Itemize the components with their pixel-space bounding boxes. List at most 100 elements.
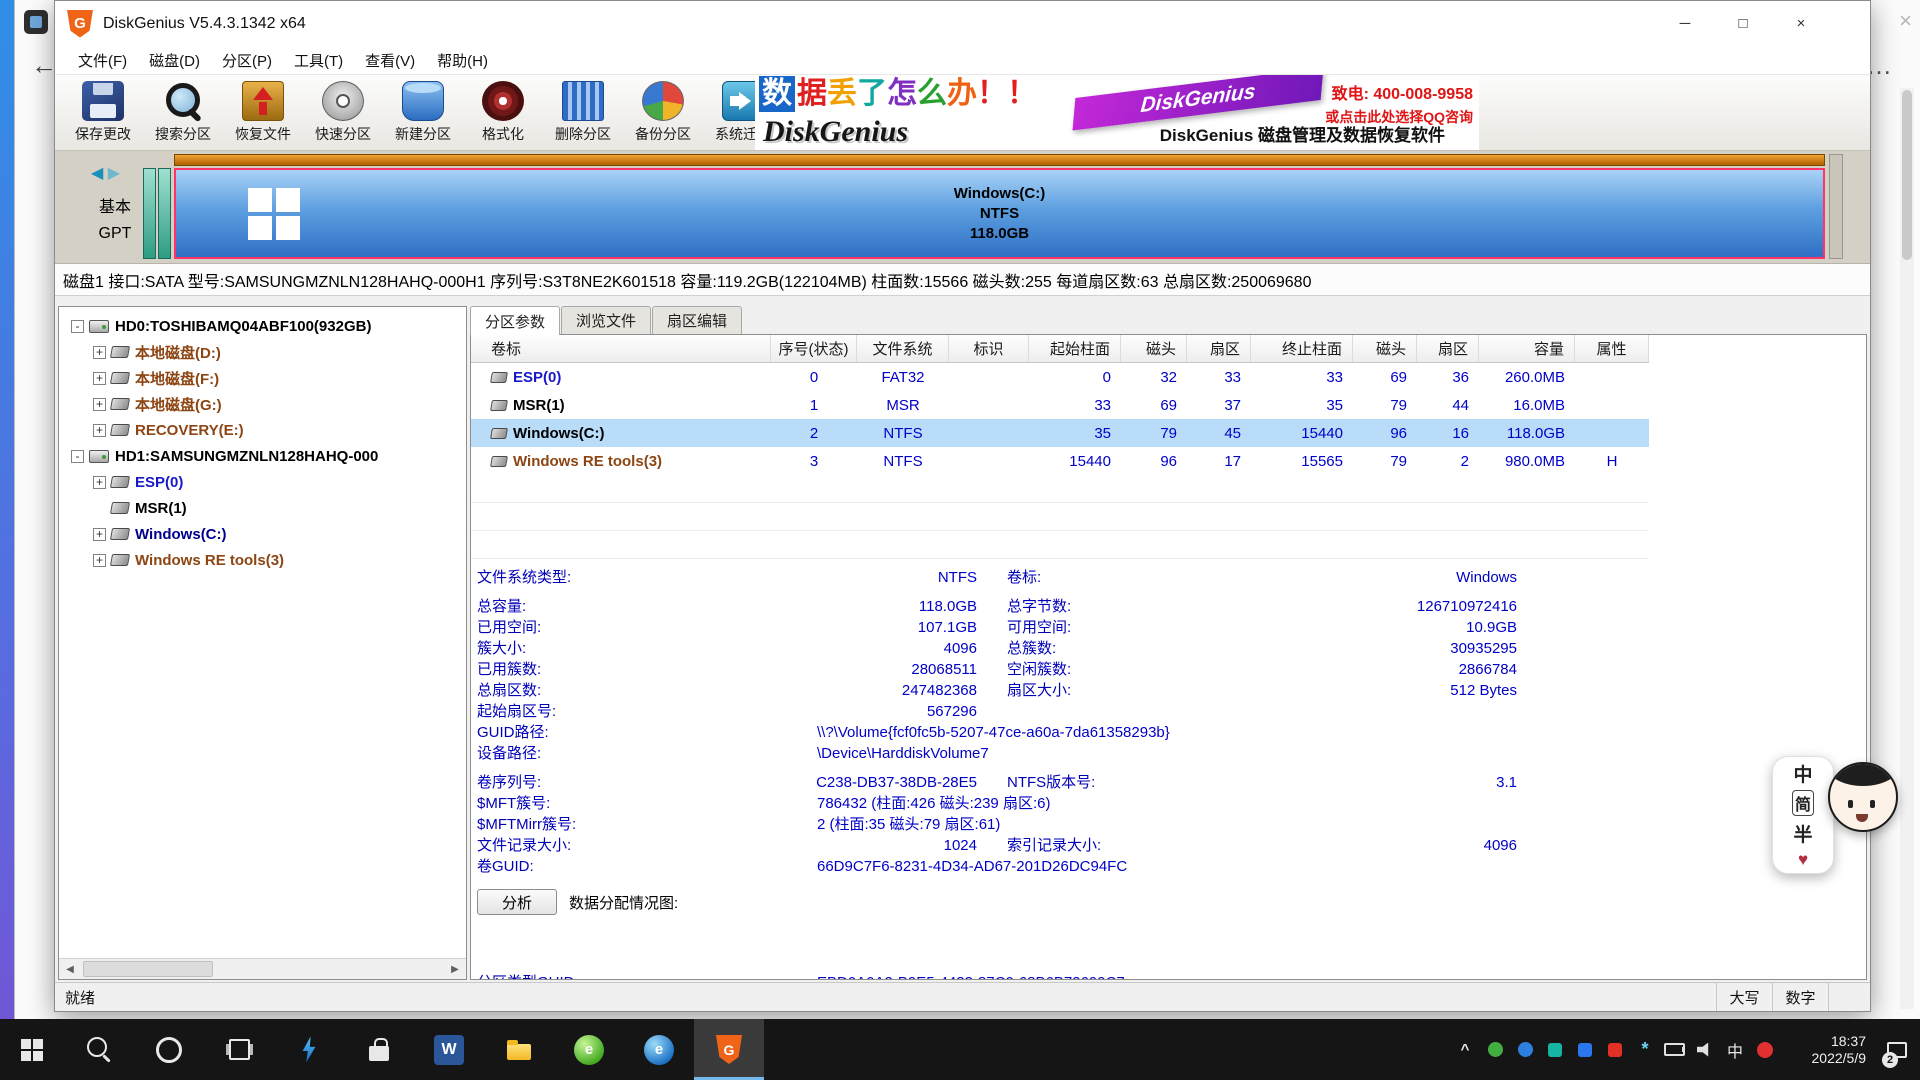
windows-partition-block[interactable]: Windows(C:) NTFS 118.0GB (174, 168, 1825, 259)
ime-char[interactable]: 半 (1793, 820, 1812, 847)
column-header[interactable]: 终止柱面 (1251, 335, 1353, 362)
tray-ime[interactable]: 中 (1720, 1019, 1750, 1080)
word[interactable]: W (414, 1019, 484, 1080)
background-scrollbar[interactable] (1900, 88, 1914, 1009)
analyze-button[interactable]: 分析 (477, 889, 557, 915)
tray-volume[interactable] (1690, 1019, 1720, 1080)
quick-partition-button[interactable]: 快速分区 (303, 75, 383, 149)
ad-banner[interactable]: 数据丢了怎么办！！ DiskGenius DiskGenius 致电: 400-… (755, 75, 1479, 150)
tray-logo[interactable] (1750, 1019, 1780, 1080)
column-header[interactable]: 扇区 (1187, 335, 1251, 362)
expander-icon[interactable]: + (93, 424, 106, 437)
expander-icon[interactable]: + (93, 346, 106, 359)
partition-row[interactable]: MSR(1) 1 MSR 33 69 37 35 79 44 16.0MB (471, 391, 1649, 419)
search-partition-button[interactable]: 搜索分区 (143, 75, 223, 149)
start-button[interactable] (0, 1019, 64, 1080)
tree-item[interactable]: + 本地磁盘(D:) (59, 339, 465, 365)
menu-item[interactable]: 分区(P) (211, 46, 283, 74)
tree-item[interactable]: + 本地磁盘(G:) (59, 391, 465, 417)
recover-files-button[interactable]: 恢复文件 (223, 75, 303, 149)
diskgenius[interactable]: G (694, 1019, 764, 1080)
esp-partition-block[interactable] (143, 168, 156, 259)
notification-center-button[interactable]: 2 (1874, 1019, 1920, 1080)
column-header[interactable]: 序号(状态) (771, 335, 857, 362)
tab[interactable]: 分区参数 (470, 306, 560, 335)
heart-icon[interactable]: ♥ (1798, 850, 1808, 870)
tab[interactable]: 扇区编辑 (652, 306, 742, 334)
tray-qq[interactable] (1570, 1019, 1600, 1080)
tray-red-app[interactable] (1600, 1019, 1630, 1080)
msr-partition-block[interactable] (158, 168, 171, 259)
mascot-face-icon[interactable] (1828, 762, 1898, 832)
expander-icon[interactable]: + (93, 554, 106, 567)
tree-horizontal-scrollbar[interactable]: ◀ ▶ (59, 958, 466, 979)
expander-icon[interactable]: + (93, 528, 106, 541)
tray-green-app[interactable] (1480, 1019, 1510, 1080)
scroll-right-button[interactable]: ▶ (444, 959, 466, 979)
expander-icon[interactable]: + (93, 398, 106, 411)
tree-item[interactable]: + Windows RE tools(3) (59, 547, 465, 573)
column-header[interactable]: 容量 (1479, 335, 1575, 362)
column-header[interactable]: 标识 (949, 335, 1029, 362)
next-disk-arrow-icon[interactable]: ▶ (108, 165, 120, 182)
menu-item[interactable]: 工具(T) (283, 46, 354, 74)
file-explorer[interactable] (484, 1019, 554, 1080)
ime-char[interactable]: 中 (1793, 760, 1812, 787)
delete-partition-button[interactable]: 删除分区 (543, 75, 623, 149)
minimize-button[interactable]: ─ (1656, 1, 1714, 46)
menu-item[interactable]: 帮助(H) (426, 46, 499, 74)
ime-char[interactable]: 简 (1792, 790, 1814, 816)
tree-item[interactable]: + 本地磁盘(F:) (59, 365, 465, 391)
save-changes-button[interactable]: 保存更改 (63, 75, 143, 149)
ime-floating-widget[interactable]: 中简半 ♥ (1772, 754, 1902, 878)
tree-item[interactable]: MSR(1) (59, 495, 465, 521)
tab[interactable]: 浏览文件 (561, 306, 651, 334)
tray-snowflake[interactable]: * (1630, 1019, 1660, 1080)
column-header[interactable]: 起始柱面 (1029, 335, 1121, 362)
partition-row[interactable]: ESP(0) 0 FAT32 0 32 33 33 69 36 260.0MB (471, 363, 1649, 391)
scrollbar-thumb[interactable] (1902, 90, 1912, 260)
tray-expand[interactable]: ^ (1450, 1019, 1480, 1080)
menu-item[interactable]: 查看(V) (354, 46, 426, 74)
partition-row[interactable]: Windows RE tools(3) 3 NTFS 15440 96 17 1… (471, 447, 1649, 475)
taskbar-search[interactable] (64, 1019, 134, 1080)
column-header[interactable]: 扇区 (1417, 335, 1479, 362)
tree-item[interactable]: + Windows(C:) (59, 521, 465, 547)
menu-item[interactable]: 文件(F) (67, 46, 138, 74)
tree-item[interactable]: + ESP(0) (59, 469, 465, 495)
app-lightning[interactable] (274, 1019, 344, 1080)
tree-item[interactable]: + RECOVERY(E:) (59, 417, 465, 443)
tree-item[interactable]: - HD1:SAMSUNGMZNLN128HAHQ-000 (59, 443, 465, 469)
menu-item[interactable]: 磁盘(D) (138, 46, 211, 74)
column-header[interactable]: 磁头 (1353, 335, 1417, 362)
clock[interactable]: 18:37 2022/5/9 (1786, 1033, 1866, 1067)
format-button[interactable]: 格式化 (463, 75, 543, 149)
scrollbar-thumb[interactable] (83, 961, 213, 977)
expander-icon[interactable]: + (93, 476, 106, 489)
close-button[interactable]: × (1772, 1, 1830, 46)
background-close-icon[interactable]: × (1899, 8, 1912, 34)
partition-row[interactable]: Windows(C:) 2 NTFS 35 79 45 15440 96 16 … (471, 419, 1649, 447)
browser-green[interactable]: e (554, 1019, 624, 1080)
maximize-button[interactable]: □ (1714, 1, 1772, 46)
column-header[interactable]: 属性 (1575, 335, 1649, 362)
backup-partition-button[interactable]: 备份分区 (623, 75, 703, 149)
cortana[interactable] (134, 1019, 204, 1080)
column-header[interactable]: 文件系统 (857, 335, 949, 362)
expander-icon[interactable]: + (93, 372, 106, 385)
tray-teal-app[interactable] (1540, 1019, 1570, 1080)
tray-blue-app[interactable] (1510, 1019, 1540, 1080)
diskmap-scrollbar[interactable] (1829, 154, 1843, 259)
tray-battery[interactable] (1660, 1019, 1690, 1080)
microsoft-store[interactable] (344, 1019, 414, 1080)
browser-blue[interactable]: e (624, 1019, 694, 1080)
scroll-left-button[interactable]: ◀ (59, 959, 81, 979)
ime-pill[interactable]: 中简半 ♥ (1772, 756, 1834, 874)
column-header[interactable]: 卷标 (471, 335, 771, 362)
expander-icon[interactable]: - (71, 320, 84, 333)
new-partition-button[interactable]: 新建分区 (383, 75, 463, 149)
expander-icon[interactable]: - (71, 450, 84, 463)
prev-disk-arrow-icon[interactable]: ◀ (91, 165, 103, 182)
task-view[interactable] (204, 1019, 274, 1080)
tree-item[interactable]: - HD0:TOSHIBAMQ04ABF100(932GB) (59, 313, 465, 339)
